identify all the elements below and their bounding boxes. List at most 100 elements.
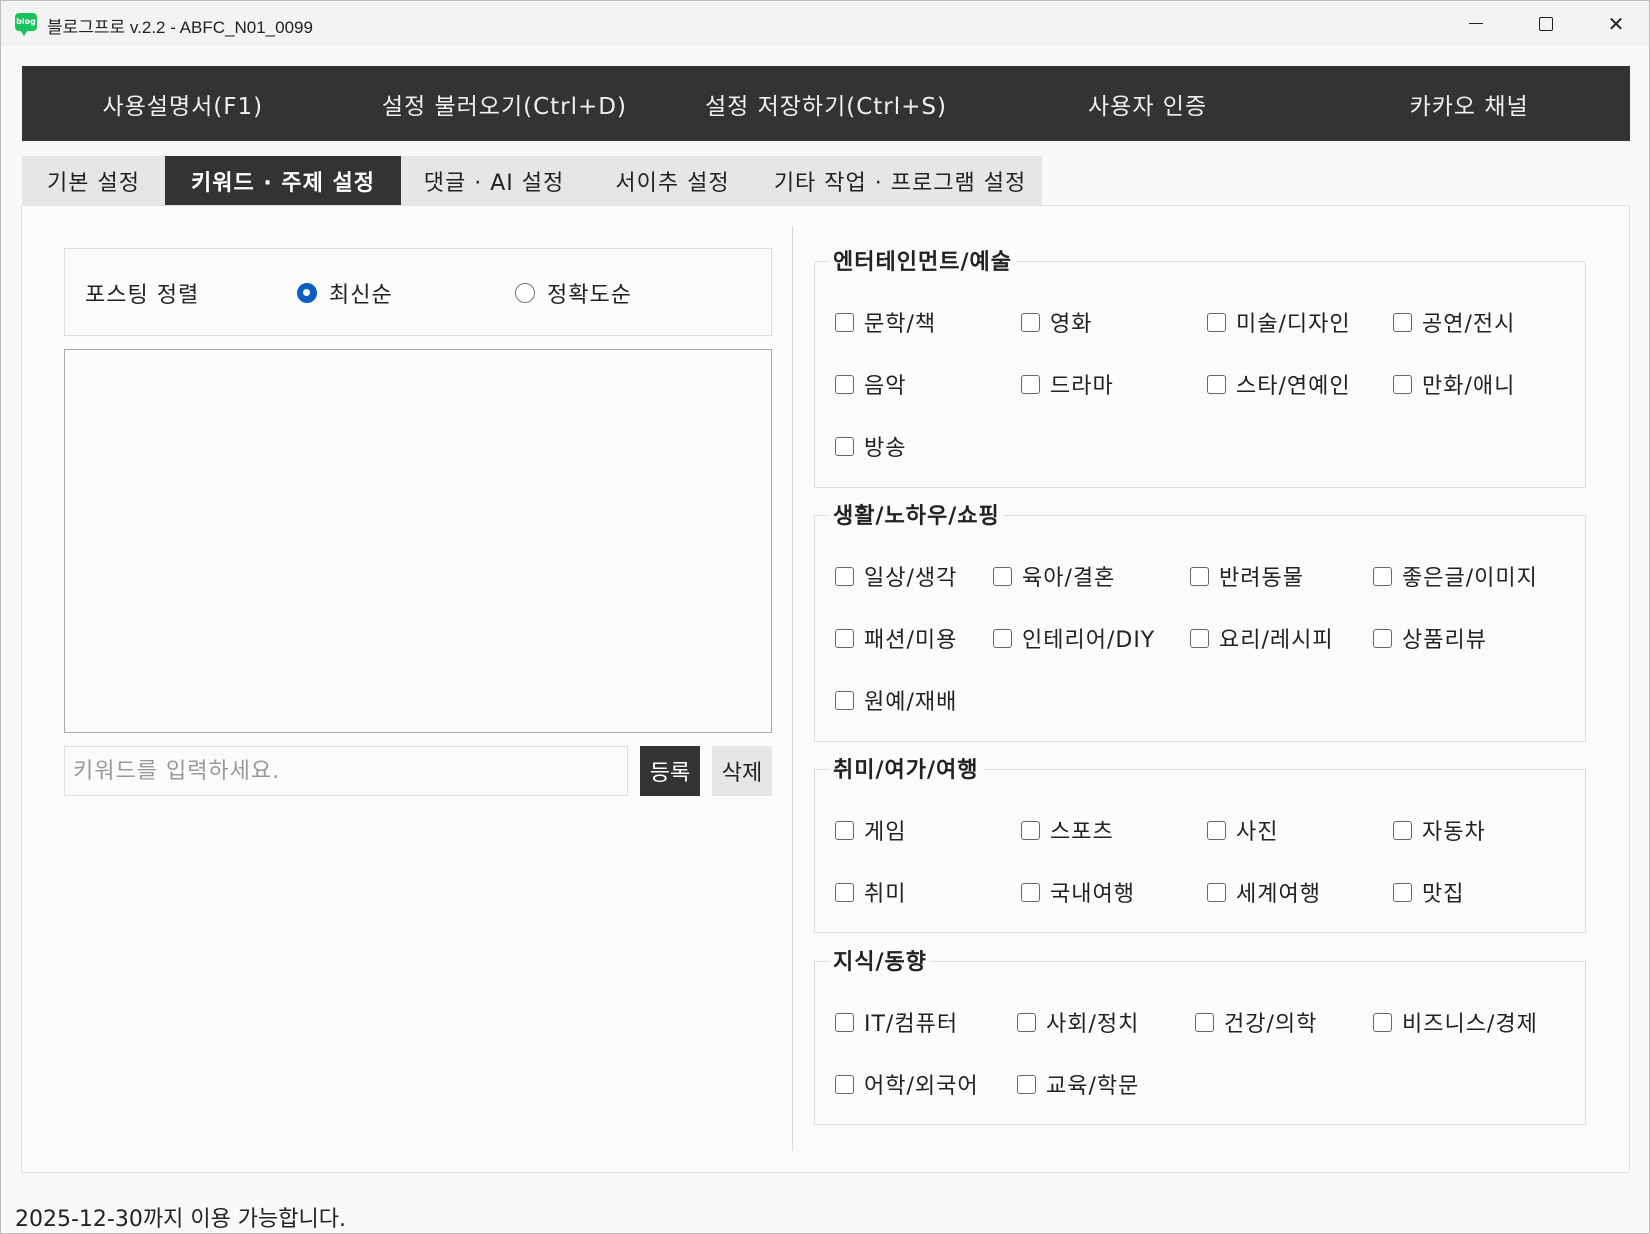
delete-button[interactable]: 삭제 — [712, 746, 772, 796]
title-bar[interactable]: blog 블로그프로 v.2.2 - ABFC_N01_0099 ✕ — [1, 1, 1649, 46]
checkbox-icon — [835, 882, 854, 902]
checkbox-icon — [1021, 374, 1040, 394]
checkbox-item[interactable]: 인테리어/DIY — [993, 622, 1155, 654]
group-title: 엔터테인먼트/예술 — [829, 244, 1016, 276]
checkbox-item[interactable]: 세계여행 — [1207, 876, 1321, 908]
sort-option-box: 포스팅 정렬 최신순 정확도순 — [64, 248, 772, 336]
checkbox-label: 스포츠 — [1050, 820, 1114, 845]
license-status: 2025-12-30까지 이용 가능합니다. — [15, 1207, 346, 1232]
tab-etc-program[interactable]: 기타 작업 · 프로그램 설정 — [758, 156, 1042, 206]
tab-basic-settings[interactable]: 기본 설정 — [22, 156, 165, 206]
group-title: 지식/동향 — [829, 944, 931, 976]
checkbox-item[interactable]: 좋은글/이미지 — [1373, 560, 1538, 592]
checkbox-icon — [1373, 566, 1392, 586]
checkbox-icon — [993, 628, 1012, 648]
checkbox-icon — [1207, 374, 1226, 394]
radio-latest[interactable]: 최신순 — [297, 277, 393, 309]
checkbox-icon — [1373, 628, 1392, 648]
keyword-list[interactable] — [64, 349, 772, 733]
checkbox-label: 사진 — [1236, 820, 1279, 845]
checkbox-icon — [1021, 882, 1040, 902]
checkbox-label: 게임 — [864, 820, 907, 845]
checkbox-item[interactable]: 영화 — [1021, 306, 1092, 338]
checkbox-icon — [1393, 374, 1412, 394]
checkbox-label: 세계여행 — [1236, 882, 1321, 907]
tab-neighbor[interactable]: 서이추 설정 — [587, 156, 758, 206]
checkbox-item[interactable]: 원예/재배 — [835, 684, 957, 716]
checkbox-item[interactable]: 상품리뷰 — [1373, 622, 1487, 654]
checkbox-item[interactable]: 육아/결혼 — [993, 560, 1115, 592]
radio-accuracy[interactable]: 정확도순 — [515, 277, 632, 309]
blog-app-icon: blog — [15, 13, 37, 36]
checkbox-item[interactable]: 취미 — [835, 876, 906, 908]
checkbox-item[interactable]: 드라마 — [1021, 368, 1114, 400]
checkbox-label: 비즈니스/경제 — [1402, 1012, 1538, 1037]
window-title: 블로그프로 v.2.2 - ABFC_N01_0099 — [47, 18, 313, 37]
menu-kakao-channel[interactable]: 카카오 채널 — [1308, 66, 1630, 141]
tab-content-panel: 포스팅 정렬 최신순 정확도순 등록 삭제 엔터테인먼트/예술 문학/책 영화 … — [21, 205, 1630, 1173]
checkbox-item[interactable]: 요리/레시피 — [1190, 622, 1334, 654]
maximize-icon — [1539, 16, 1553, 31]
checkbox-item[interactable]: IT/컴퓨터 — [835, 1006, 958, 1038]
checkbox-icon — [993, 566, 1012, 586]
checkbox-icon — [1207, 820, 1226, 840]
tab-keyword-topic[interactable]: 키워드 · 주제 설정 — [165, 156, 401, 206]
checkbox-item[interactable]: 미술/디자인 — [1207, 306, 1351, 338]
checkbox-label: 건강/의학 — [1224, 1012, 1318, 1037]
checkbox-label: 교육/학문 — [1046, 1074, 1140, 1099]
checkbox-icon — [1190, 628, 1209, 648]
checkbox-item[interactable]: 자동차 — [1393, 814, 1486, 846]
checkbox-label: 드라마 — [1050, 374, 1114, 399]
checkbox-item[interactable]: 국내여행 — [1021, 876, 1135, 908]
checkbox-label: 사회/정치 — [1046, 1012, 1140, 1037]
checkbox-item[interactable]: 일상/생각 — [835, 560, 957, 592]
checkbox-item[interactable]: 만화/애니 — [1393, 368, 1515, 400]
checkbox-item[interactable]: 패션/미용 — [835, 622, 957, 654]
checkbox-item[interactable]: 교육/학문 — [1017, 1068, 1139, 1100]
checkbox-label: 원예/재배 — [864, 690, 958, 715]
menu-manual[interactable]: 사용설명서(F1) — [22, 66, 344, 141]
checkbox-item[interactable]: 비즈니스/경제 — [1373, 1006, 1538, 1038]
checkbox-item[interactable]: 건강/의학 — [1195, 1006, 1317, 1038]
close-button[interactable]: ✕ — [1581, 1, 1650, 46]
maximize-button[interactable] — [1511, 1, 1581, 46]
app-window: blog 블로그프로 v.2.2 - ABFC_N01_0099 ✕ 사용설명서… — [0, 0, 1650, 1234]
checkbox-item[interactable]: 반려동물 — [1190, 560, 1304, 592]
close-icon: ✕ — [1607, 11, 1625, 36]
group-entertainment: 엔터테인먼트/예술 문학/책 영화 미술/디자인 공연/전시 음악 드라마 스타… — [814, 244, 1586, 488]
checkbox-item[interactable]: 게임 — [835, 814, 906, 846]
panel-divider — [792, 226, 793, 1151]
tab-comment-ai[interactable]: 댓글 · AI 설정 — [401, 156, 587, 206]
radio-latest-label: 최신순 — [329, 283, 393, 308]
checkbox-item[interactable]: 스포츠 — [1021, 814, 1114, 846]
menu-save-settings[interactable]: 설정 저장하기(Ctrl+S) — [665, 66, 987, 141]
minimize-button[interactable] — [1441, 1, 1511, 46]
checkbox-label: 요리/레시피 — [1219, 628, 1334, 653]
checkbox-item[interactable]: 사진 — [1207, 814, 1278, 846]
register-button[interactable]: 등록 — [640, 746, 700, 796]
checkbox-item[interactable]: 방송 — [835, 430, 906, 462]
checkbox-item[interactable]: 문학/책 — [835, 306, 936, 338]
keyword-input[interactable] — [64, 746, 628, 796]
checkbox-item[interactable]: 사회/정치 — [1017, 1006, 1139, 1038]
checkbox-icon — [835, 312, 854, 332]
menu-user-auth[interactable]: 사용자 인증 — [987, 66, 1309, 141]
checkbox-item[interactable]: 음악 — [835, 368, 906, 400]
checkbox-label: 인테리어/DIY — [1022, 628, 1156, 653]
checkbox-label: 미술/디자인 — [1236, 312, 1351, 337]
top-menu-bar: 사용설명서(F1) 설정 불러오기(Ctrl+D) 설정 저장하기(Ctrl+S… — [22, 66, 1630, 141]
checkbox-item[interactable]: 맛집 — [1393, 876, 1464, 908]
checkbox-label: 음악 — [864, 374, 907, 399]
checkbox-label: 상품리뷰 — [1402, 628, 1487, 653]
checkbox-label: 국내여행 — [1050, 882, 1135, 907]
menu-load-settings[interactable]: 설정 불러오기(Ctrl+D) — [344, 66, 666, 141]
checkbox-icon — [1393, 882, 1412, 902]
checkbox-icon — [835, 690, 854, 710]
checkbox-icon — [1195, 1012, 1214, 1032]
radio-accuracy-label: 정확도순 — [547, 283, 632, 308]
checkbox-item[interactable]: 스타/연예인 — [1207, 368, 1351, 400]
checkbox-item[interactable]: 공연/전시 — [1393, 306, 1515, 338]
checkbox-icon — [835, 566, 854, 586]
checkbox-item[interactable]: 어학/외국어 — [835, 1068, 979, 1100]
checkbox-label: 방송 — [864, 436, 907, 461]
